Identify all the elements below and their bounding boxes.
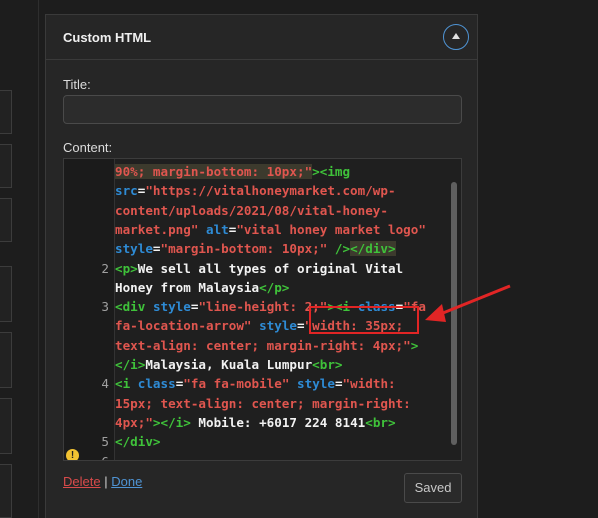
arrow-shaft	[437, 284, 511, 317]
arrow-head	[425, 304, 446, 322]
annotation-arrow	[425, 284, 511, 322]
